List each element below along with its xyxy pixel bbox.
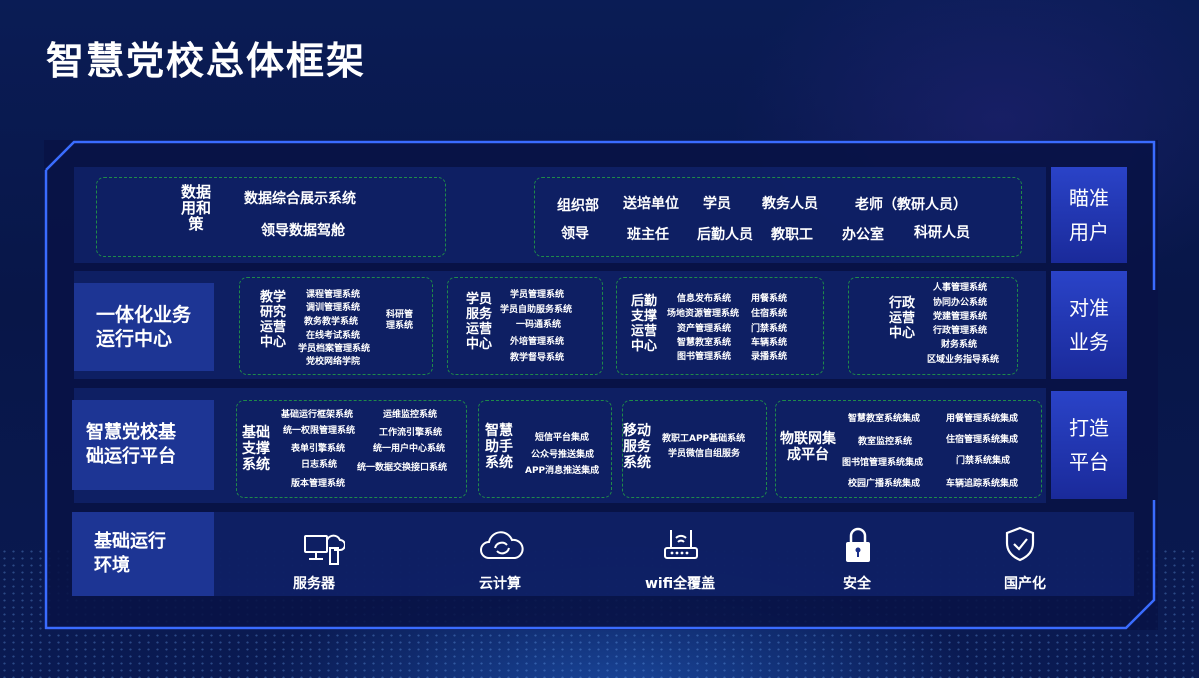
student-center-title: 学员 服务 运营 中心 (466, 292, 493, 352)
environment-label-item: 安全 (843, 576, 871, 592)
iot-item: 门禁系统集成 (956, 456, 1011, 466)
student-item: 一码通系统 (516, 320, 562, 330)
student-item: 学员自助服务系统 (500, 305, 573, 315)
logistics-item: 用餐系统 (751, 294, 788, 304)
support-item: 统一权限管理系统 (283, 426, 356, 436)
admin-center-box: 行政 运营 中心 人事管理系统 协同办公系统 党建管理系统 行政管理系统 财务系… (848, 277, 1018, 375)
admin-item: 人事管理系统 (933, 283, 988, 293)
support-system-title: 基础 支撑 系统 (242, 425, 270, 473)
assistant-item: APP消息推送集成 (525, 466, 600, 476)
user-role: 领导 (561, 226, 589, 242)
support-item: 统一用户中心系统 (373, 444, 446, 454)
block1-item: 领导数据驾舱 (261, 223, 345, 239)
research-system: 科研管 理系统 (386, 310, 414, 331)
platform-label: 智慧党校基 础运行平台 (72, 400, 214, 490)
admin-item: 财务系统 (941, 340, 978, 350)
iot-item: 用餐管理系统集成 (946, 414, 1019, 424)
environment-label-item: 国产化 (1004, 576, 1046, 592)
iot-platform-title: 物联网集 成平台 (780, 431, 836, 463)
user-role: 老师（教研人员） (855, 197, 967, 213)
user-role: 学员 (703, 196, 731, 212)
framework-frame: 数据 用和 策 数据综合展示系统 领导数据驾舱 组织部 送培单位 学员 教务人员… (44, 140, 1158, 630)
student-item: 教学督导系统 (510, 353, 565, 363)
assistant-system-box: 智慧 助手 系统 短信平台集成 公众号推送集成 APP消息推送集成 (478, 400, 612, 498)
environment-label-item: wifi全覆盖 (645, 576, 716, 592)
teaching-item: 调训管理系统 (306, 303, 361, 313)
iot-item: 住宿管理系统集成 (946, 435, 1019, 445)
logistics-item: 车辆系统 (751, 338, 788, 348)
assistant-item: 短信平台集成 (535, 433, 590, 443)
row-business: 一体化业务 运行中心 教学 研究 运营 中心 课程管理系统 调训管理系统 教务教… (74, 271, 1046, 379)
logistics-item: 图书管理系统 (677, 352, 732, 362)
iot-item: 车辆追踪系统集成 (946, 479, 1019, 489)
logistics-item: 智慧教室系统 (677, 338, 732, 348)
iot-platform-box: 物联网集 成平台 智慧教室系统集成 教室监控系统 图书馆管理系统集成 校园广播系… (775, 400, 1042, 498)
teaching-item: 学员档案管理系统 (298, 344, 371, 354)
logistics-item: 住宿系统 (751, 309, 788, 319)
mobile-item: 教职工APP基础系统 (662, 434, 746, 444)
data-decision-title: 数据 用和 策 (181, 183, 212, 233)
side-label-target-users: 瞄准 用户 (1051, 167, 1127, 263)
logistics-item: 录播系统 (751, 352, 788, 362)
mobile-system-box: 移动 服务 系统 教职工APP基础系统 学员微信自组服务 (622, 400, 767, 498)
support-system-box: 基础 支撑 系统 基础运行框架系统 统一权限管理系统 表单引擎系统 日志系统 版… (236, 400, 467, 498)
teaching-item: 课程管理系统 (306, 290, 361, 300)
row-users: 数据 用和 策 数据综合展示系统 领导数据驾舱 组织部 送培单位 学员 教务人员… (74, 167, 1046, 263)
block1-item: 数据综合展示系统 (244, 191, 356, 207)
support-item: 工作流引擎系统 (379, 428, 443, 438)
page-title: 智慧党校总体框架 (46, 39, 367, 83)
mobile-item: 学员微信自组服务 (668, 449, 741, 459)
support-item: 版本管理系统 (291, 479, 346, 489)
assistant-item: 公众号推送集成 (531, 450, 595, 460)
side-label-target-business: 对准 业务 (1051, 271, 1127, 379)
logistics-center-title: 后勤 支撑 运营 中心 (631, 294, 658, 354)
teaching-center-box: 教学 研究 运营 中心 课程管理系统 调训管理系统 教务教学系统 在线考试系统 … (239, 277, 433, 375)
student-item: 学员管理系统 (510, 290, 565, 300)
row-platform: 智慧党校基 础运行平台 基础 支撑 系统 基础运行框架系统 统一权限管理系统 表… (72, 388, 1046, 503)
logistics-item: 场地资源管理系统 (667, 309, 740, 319)
admin-center-title: 行政 运营 中心 (889, 296, 916, 341)
support-item: 日志系统 (301, 460, 338, 470)
user-role: 办公室 (842, 227, 884, 243)
side-label-build-platform: 打造 平台 (1051, 391, 1127, 499)
environment-label-item: 云计算 (479, 576, 521, 592)
logistics-item: 信息发布系统 (677, 294, 732, 304)
support-item: 表单引擎系统 (291, 444, 346, 454)
admin-item: 区域业务指导系统 (927, 355, 1000, 365)
environment-label-item: 服务器 (293, 576, 335, 592)
teaching-item: 教务教学系统 (304, 317, 359, 327)
user-role: 教职工 (771, 227, 813, 243)
iot-item: 智慧教室系统集成 (848, 414, 921, 424)
support-item: 统一数据交换接口系统 (357, 463, 448, 473)
iot-item: 校园广播系统集成 (848, 479, 921, 489)
data-decision-box: 数据 用和 策 数据综合展示系统 领导数据驾舱 (96, 177, 446, 257)
user-roles-box: 组织部 送培单位 学员 教务人员 老师（教研人员） 领导 班主任 后勤人员 教职… (534, 177, 1022, 257)
iot-item: 图书馆管理系统集成 (842, 458, 924, 468)
admin-item: 党建管理系统 (933, 312, 988, 322)
user-role: 组织部 (557, 198, 599, 214)
user-role: 后勤人员 (697, 227, 753, 243)
student-center-box: 学员 服务 运营 中心 学员管理系统 学员自助服务系统 一码通系统 外培管理系统… (447, 277, 603, 375)
logistics-item: 门禁系统 (751, 324, 788, 334)
mobile-system-title: 移动 服务 系统 (623, 423, 651, 471)
user-role: 送培单位 (623, 196, 679, 212)
user-role: 科研人员 (914, 225, 970, 241)
user-role: 教务人员 (762, 196, 818, 212)
assistant-system-title: 智慧 助手 系统 (485, 423, 513, 471)
row-environment: 基础运行 环境 服务器 云计算 wifi全覆盖 安全 国产化 (72, 512, 1134, 596)
student-item: 外培管理系统 (510, 337, 565, 347)
user-role: 班主任 (627, 227, 669, 243)
teaching-center-title: 教学 研究 运营 中心 (260, 290, 287, 350)
admin-item: 行政管理系统 (933, 326, 988, 336)
logistics-item: 资产管理系统 (677, 324, 732, 334)
admin-item: 协同办公系统 (933, 298, 988, 308)
environment-label: 基础运行 环境 (72, 512, 214, 596)
support-item: 基础运行框架系统 (281, 410, 354, 420)
iot-item: 教室监控系统 (858, 437, 913, 447)
teaching-item: 在线考试系统 (306, 331, 361, 341)
support-item: 运维监控系统 (383, 410, 438, 420)
business-center-label: 一体化业务 运行中心 (74, 283, 214, 371)
teaching-item: 党校网络学院 (306, 357, 361, 367)
logistics-center-box: 后勤 支撑 运营 中心 信息发布系统 场地资源管理系统 资产管理系统 智慧教室系… (616, 277, 824, 375)
